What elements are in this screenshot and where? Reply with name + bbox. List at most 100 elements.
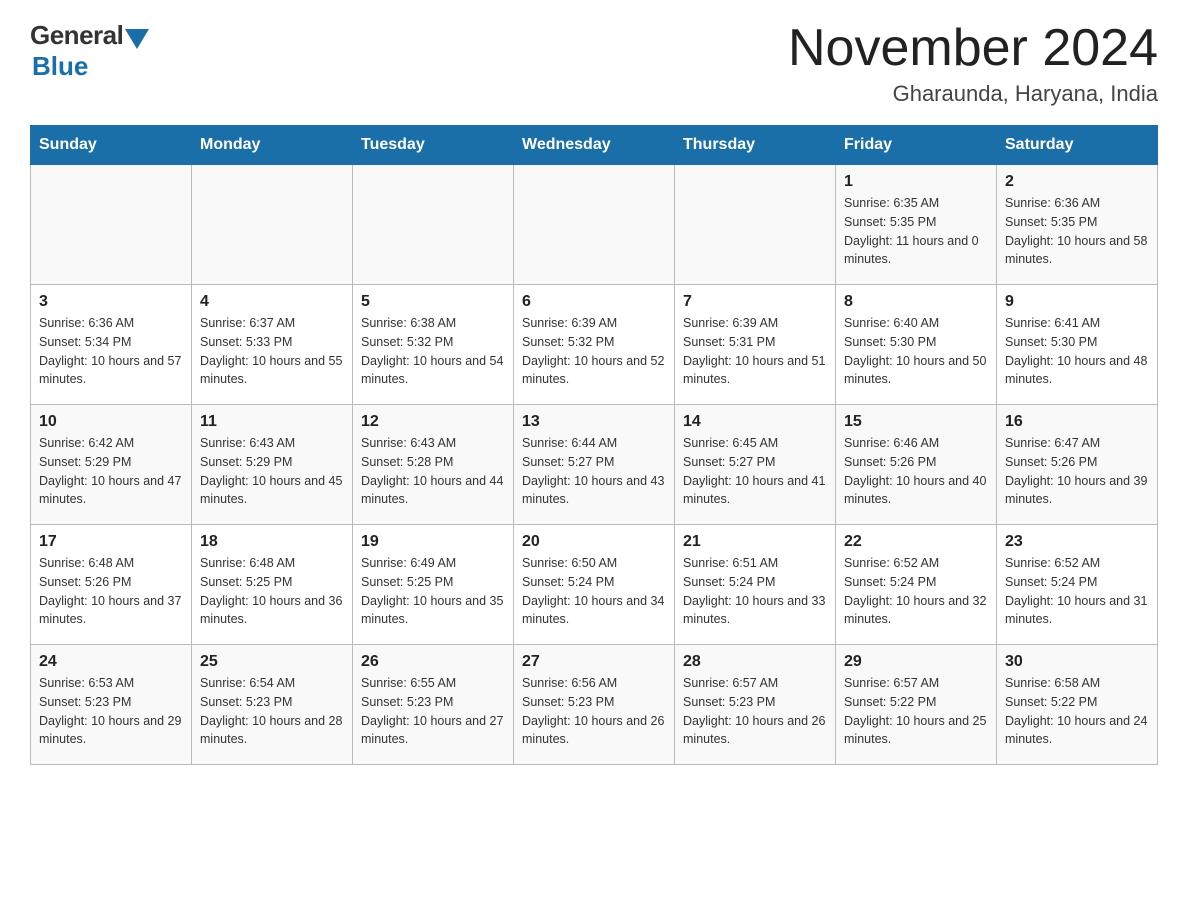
day-info: Sunrise: 6:38 AM Sunset: 5:32 PM Dayligh… <box>361 314 505 389</box>
calendar-cell: 7 Sunrise: 6:39 AM Sunset: 5:31 PM Daylig… <box>675 285 836 405</box>
day-number: 5 <box>361 293 505 311</box>
logo: General Blue <box>30 20 149 82</box>
day-number: 23 <box>1005 533 1149 551</box>
calendar-cell: 19Sunrise: 6:49 AM Sunset: 5:25 PM Dayli… <box>353 525 514 645</box>
day-info: Sunrise: 6:55 AM Sunset: 5:23 PM Dayligh… <box>361 674 505 749</box>
day-info: Sunrise: 6:57 AM Sunset: 5:22 PM Dayligh… <box>844 674 988 749</box>
day-info: Sunrise: 6:47 AM Sunset: 5:26 PM Dayligh… <box>1005 434 1149 509</box>
calendar-cell: 6 Sunrise: 6:39 AM Sunset: 5:32 PM Daylig… <box>514 285 675 405</box>
week-row-3: 10 Sunrise: 6:42 AM Sunset: 5:29 PM Dayli… <box>31 405 1158 525</box>
day-info: Sunrise: 6:51 AM Sunset: 5:24 PM Dayligh… <box>683 554 827 629</box>
day-info: Sunrise: 6:45 AM Sunset: 5:27 PM Dayligh… <box>683 434 827 509</box>
logo-top: General <box>30 20 149 51</box>
day-number: 7 <box>683 293 827 311</box>
calendar-cell <box>675 165 836 285</box>
day-number: 2 <box>1005 173 1149 191</box>
week-row-5: 24 Sunrise: 6:53 AM Sunset: 5:23 PM Dayli… <box>31 645 1158 765</box>
calendar-cell: 30Sunrise: 6:58 AM Sunset: 5:22 PM Dayli… <box>997 645 1158 765</box>
day-info: Sunrise: 6:39 AM Sunset: 5:32 PM Dayligh… <box>522 314 666 389</box>
day-info: Sunrise: 6:48 AM Sunset: 5:25 PM Dayligh… <box>200 554 344 629</box>
day-info: Sunrise: 6:57 AM Sunset: 5:23 PM Dayligh… <box>683 674 827 749</box>
day-number: 11 <box>200 413 344 431</box>
header-cell-thursday: Thursday <box>675 126 836 165</box>
calendar-cell: 13 Sunrise: 6:44 AM Sunset: 5:27 PM Dayli… <box>514 405 675 525</box>
calendar-cell <box>192 165 353 285</box>
calendar-cell: 9 Sunrise: 6:41 AM Sunset: 5:30 PM Daylig… <box>997 285 1158 405</box>
week-row-1: 1Sunrise: 6:35 AM Sunset: 5:35 PM Daylig… <box>31 165 1158 285</box>
header-cell-wednesday: Wednesday <box>514 126 675 165</box>
calendar-cell: 20Sunrise: 6:50 AM Sunset: 5:24 PM Dayli… <box>514 525 675 645</box>
calendar-cell: 21 Sunrise: 6:51 AM Sunset: 5:24 PM Dayli… <box>675 525 836 645</box>
day-info: Sunrise: 6:58 AM Sunset: 5:22 PM Dayligh… <box>1005 674 1149 749</box>
calendar-cell: 11 Sunrise: 6:43 AM Sunset: 5:29 PM Dayli… <box>192 405 353 525</box>
day-info: Sunrise: 6:43 AM Sunset: 5:29 PM Dayligh… <box>200 434 344 509</box>
day-info: Sunrise: 6:56 AM Sunset: 5:23 PM Dayligh… <box>522 674 666 749</box>
calendar-cell: 27Sunrise: 6:56 AM Sunset: 5:23 PM Dayli… <box>514 645 675 765</box>
calendar-cell <box>514 165 675 285</box>
day-info: Sunrise: 6:53 AM Sunset: 5:23 PM Dayligh… <box>39 674 183 749</box>
day-number: 19 <box>361 533 505 551</box>
calendar-cell: 12Sunrise: 6:43 AM Sunset: 5:28 PM Dayli… <box>353 405 514 525</box>
day-number: 21 <box>683 533 827 551</box>
calendar-cell: 18 Sunrise: 6:48 AM Sunset: 5:25 PM Dayli… <box>192 525 353 645</box>
header-cell-friday: Friday <box>836 126 997 165</box>
title-area: November 2024 Gharaunda, Haryana, India <box>788 20 1158 107</box>
day-number: 16 <box>1005 413 1149 431</box>
day-info: Sunrise: 6:36 AM Sunset: 5:34 PM Dayligh… <box>39 314 183 389</box>
day-number: 9 <box>1005 293 1149 311</box>
day-info: Sunrise: 6:42 AM Sunset: 5:29 PM Dayligh… <box>39 434 183 509</box>
day-number: 13 <box>522 413 666 431</box>
calendar-cell: 1Sunrise: 6:35 AM Sunset: 5:35 PM Daylig… <box>836 165 997 285</box>
day-number: 14 <box>683 413 827 431</box>
day-number: 24 <box>39 653 183 671</box>
day-number: 10 <box>39 413 183 431</box>
calendar-cell: 4 Sunrise: 6:37 AM Sunset: 5:33 PM Daylig… <box>192 285 353 405</box>
day-info: Sunrise: 6:36 AM Sunset: 5:35 PM Dayligh… <box>1005 194 1149 269</box>
header: General Blue November 2024 Gharaunda, Ha… <box>30 20 1158 107</box>
calendar-table: SundayMondayTuesdayWednesdayThursdayFrid… <box>30 125 1158 765</box>
calendar-cell <box>353 165 514 285</box>
header-cell-saturday: Saturday <box>997 126 1158 165</box>
calendar-cell: 14 Sunrise: 6:45 AM Sunset: 5:27 PM Dayli… <box>675 405 836 525</box>
calendar-cell: 3 Sunrise: 6:36 AM Sunset: 5:34 PM Daylig… <box>31 285 192 405</box>
calendar-cell: 17 Sunrise: 6:48 AM Sunset: 5:26 PM Dayli… <box>31 525 192 645</box>
calendar-header: SundayMondayTuesdayWednesdayThursdayFrid… <box>31 126 1158 165</box>
day-info: Sunrise: 6:35 AM Sunset: 5:35 PM Dayligh… <box>844 194 988 269</box>
day-number: 17 <box>39 533 183 551</box>
day-info: Sunrise: 6:39 AM Sunset: 5:31 PM Dayligh… <box>683 314 827 389</box>
day-number: 28 <box>683 653 827 671</box>
calendar-cell: 25 Sunrise: 6:54 AM Sunset: 5:23 PM Dayli… <box>192 645 353 765</box>
logo-general-text: General <box>30 20 123 51</box>
day-number: 12 <box>361 413 505 431</box>
day-info: Sunrise: 6:52 AM Sunset: 5:24 PM Dayligh… <box>844 554 988 629</box>
calendar-cell: 15 Sunrise: 6:46 AM Sunset: 5:26 PM Dayli… <box>836 405 997 525</box>
day-number: 25 <box>200 653 344 671</box>
day-number: 15 <box>844 413 988 431</box>
day-info: Sunrise: 6:48 AM Sunset: 5:26 PM Dayligh… <box>39 554 183 629</box>
day-info: Sunrise: 6:46 AM Sunset: 5:26 PM Dayligh… <box>844 434 988 509</box>
day-number: 4 <box>200 293 344 311</box>
calendar-cell: 5 Sunrise: 6:38 AM Sunset: 5:32 PM Daylig… <box>353 285 514 405</box>
calendar-cell: 24 Sunrise: 6:53 AM Sunset: 5:23 PM Dayli… <box>31 645 192 765</box>
day-info: Sunrise: 6:37 AM Sunset: 5:33 PM Dayligh… <box>200 314 344 389</box>
day-info: Sunrise: 6:54 AM Sunset: 5:23 PM Dayligh… <box>200 674 344 749</box>
day-info: Sunrise: 6:44 AM Sunset: 5:27 PM Dayligh… <box>522 434 666 509</box>
calendar-cell: 22Sunrise: 6:52 AM Sunset: 5:24 PM Dayli… <box>836 525 997 645</box>
logo-blue-text: Blue <box>32 51 88 82</box>
calendar-title: November 2024 <box>788 20 1158 77</box>
day-number: 18 <box>200 533 344 551</box>
day-info: Sunrise: 6:40 AM Sunset: 5:30 PM Dayligh… <box>844 314 988 389</box>
header-cell-monday: Monday <box>192 126 353 165</box>
calendar-cell: 29Sunrise: 6:57 AM Sunset: 5:22 PM Dayli… <box>836 645 997 765</box>
day-number: 3 <box>39 293 183 311</box>
logo-triangle-icon <box>125 29 149 49</box>
day-info: Sunrise: 6:52 AM Sunset: 5:24 PM Dayligh… <box>1005 554 1149 629</box>
day-number: 6 <box>522 293 666 311</box>
calendar-cell: 16 Sunrise: 6:47 AM Sunset: 5:26 PM Dayli… <box>997 405 1158 525</box>
calendar-subtitle: Gharaunda, Haryana, India <box>788 81 1158 107</box>
day-info: Sunrise: 6:50 AM Sunset: 5:24 PM Dayligh… <box>522 554 666 629</box>
calendar-cell <box>31 165 192 285</box>
day-info: Sunrise: 6:41 AM Sunset: 5:30 PM Dayligh… <box>1005 314 1149 389</box>
calendar-cell: 10 Sunrise: 6:42 AM Sunset: 5:29 PM Dayli… <box>31 405 192 525</box>
week-row-4: 17 Sunrise: 6:48 AM Sunset: 5:26 PM Dayli… <box>31 525 1158 645</box>
